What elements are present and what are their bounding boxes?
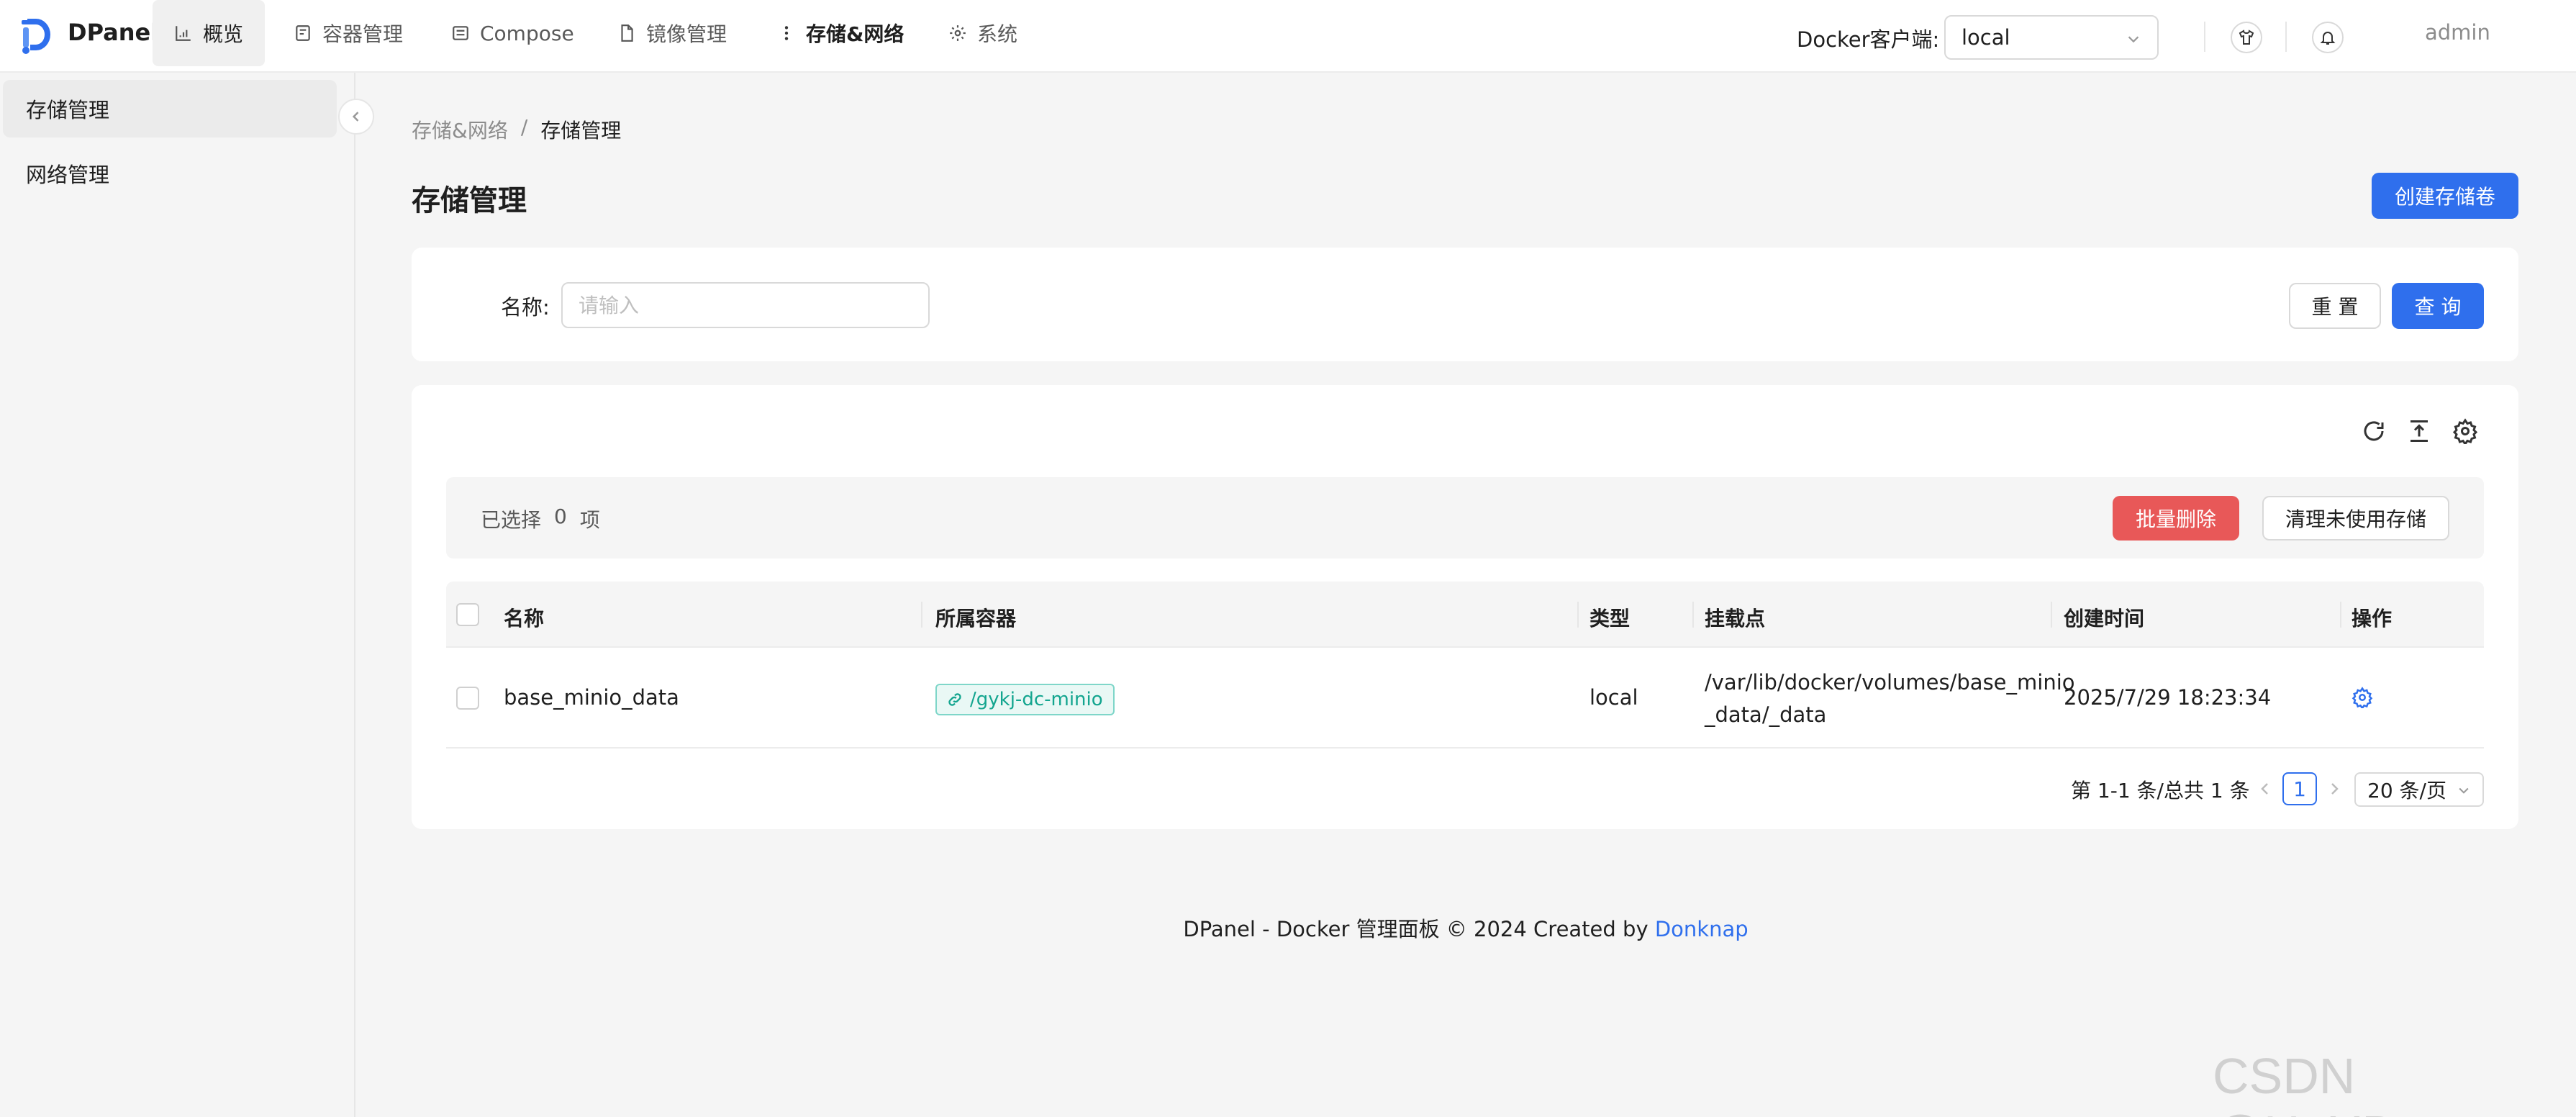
gear-icon[interactable] <box>2351 687 2373 708</box>
pagination-summary: 第 1-1 条/总共 1 条 <box>2071 779 2250 802</box>
chevron-down-icon <box>2128 36 2139 43</box>
batch-delete-button[interactable]: 批量删除 <box>2113 496 2239 541</box>
header-divider <box>2285 22 2287 52</box>
footer-author-link[interactable]: Donknap <box>1655 917 1749 941</box>
settings-icon[interactable] <box>2452 418 2478 444</box>
volume-created: 2025/7/29 18:23:34 <box>2064 685 2272 710</box>
watermark: CSDN @HeXDev <box>2213 1048 2452 1117</box>
chevron-down-icon <box>2459 787 2469 794</box>
file-icon <box>621 24 633 42</box>
prune-unused-button[interactable]: 清理未使用存储 <box>2262 496 2449 541</box>
sidebar-item-label: 网络管理 <box>26 163 110 187</box>
shirt-icon <box>2239 30 2254 45</box>
select-all-checkbox[interactable] <box>456 603 479 626</box>
column-divider <box>921 602 922 628</box>
chevron-left-icon <box>352 112 359 122</box>
compose-icon <box>453 26 468 40</box>
query-button[interactable]: 查 询 <box>2392 283 2484 329</box>
nav-compose-label: Compose <box>480 21 574 45</box>
sidebar-item-label: 存储管理 <box>26 98 110 122</box>
volume-mountpoint: /var/lib/docker/volumes/base_minio _data… <box>1705 666 2075 731</box>
container-icon <box>296 25 310 41</box>
mountpoint-line: /var/lib/docker/volumes/base_minio <box>1705 670 2075 695</box>
footer-text: DPanel - Docker 管理面板 © 2024 Created by <box>1183 917 1648 941</box>
docker-client-label: Docker客户端: <box>1797 27 1940 52</box>
nav-overview-label: 概览 <box>203 22 244 46</box>
footer: DPanel - Docker 管理面板 © 2024 Created by D… <box>0 913 2576 943</box>
volume-name: base_minio_data <box>504 685 679 710</box>
docker-client-value: local <box>1962 25 2010 50</box>
bell-icon <box>2320 32 2336 45</box>
sidebar-item-network[interactable]: 网络管理 <box>3 145 337 202</box>
sidebar: 存储管理 网络管理 <box>0 73 355 1117</box>
more-vertical-icon <box>784 26 789 40</box>
container-tag[interactable]: /gykj-dc-minio <box>935 684 1115 715</box>
docker-client-select[interactable]: local <box>1944 15 2159 60</box>
selection-suffix: 项 <box>579 508 600 532</box>
column-header-type[interactable]: 类型 <box>1589 603 1630 632</box>
breadcrumb-parent[interactable]: 存储&网络 <box>412 115 508 144</box>
refresh-icon[interactable] <box>2361 418 2387 444</box>
name-search-input[interactable] <box>561 282 930 328</box>
gear-icon <box>950 25 966 41</box>
user-menu[interactable]: admin <box>2425 20 2490 45</box>
page-size-select[interactable]: 20 条/页 <box>2354 772 2484 807</box>
name-field-label: 名称: <box>501 295 550 320</box>
row-checkbox[interactable] <box>456 687 479 710</box>
sidebar-item-storage[interactable]: 存储管理 <box>3 80 337 137</box>
chevron-left-icon[interactable] <box>2257 780 2274 797</box>
dpanel-logo <box>22 19 50 54</box>
theme-button[interactable] <box>2231 22 2262 53</box>
nav-storage-network-label: 存储&网络 <box>806 22 904 46</box>
column-divider <box>1577 602 1579 628</box>
container-tag-label: /gykj-dc-minio <box>970 689 1103 710</box>
selection-prefix: 已选择 <box>481 508 542 532</box>
density-icon[interactable] <box>2406 418 2432 444</box>
nav-storage-network[interactable]: 存储&网络 <box>777 0 904 66</box>
page-title: 存储管理 <box>412 184 527 217</box>
pagination-page-1[interactable]: 1 <box>2282 772 2317 805</box>
column-header-container[interactable]: 所属容器 <box>935 603 1016 632</box>
header-divider <box>2204 22 2205 52</box>
column-divider <box>2340 602 2341 628</box>
nav-containers-label: 容器管理 <box>322 22 404 46</box>
selection-count: 0 <box>554 505 567 528</box>
nav-system-label: 系统 <box>977 22 1018 46</box>
chevron-right-icon[interactable] <box>2326 780 2343 797</box>
column-header-name[interactable]: 名称 <box>504 603 544 632</box>
top-header: DPanel 概览 容器管理 Compose 镜像管理 存储&网络 系统 Doc… <box>0 0 2576 73</box>
nav-images-label: 镜像管理 <box>646 22 727 46</box>
link-icon <box>948 693 961 706</box>
selection-bar: 已选择 0 项 批量删除 清理未使用存储 <box>446 477 2484 558</box>
breadcrumb-separator: / <box>520 115 528 139</box>
nav-compose[interactable]: Compose <box>451 0 574 66</box>
nav-containers[interactable]: 容器管理 <box>294 0 403 66</box>
notification-button[interactable] <box>2312 22 2344 53</box>
nav-system[interactable]: 系统 <box>948 0 1017 66</box>
search-card: 名称: 重 置 查 询 <box>412 248 2518 361</box>
column-header-actions: 操作 <box>2351 607 2393 630</box>
table-header: 名称 所属容器 类型 挂载点 创建时间 操作 <box>446 582 2484 648</box>
breadcrumb: 存储&网络 / 存储管理 <box>412 115 621 144</box>
selection-info: 已选择 0 项 <box>481 505 600 533</box>
column-divider <box>2051 602 2052 628</box>
mountpoint-line: _data/_data <box>1705 702 1827 727</box>
breadcrumb-current: 存储管理 <box>540 119 622 143</box>
create-volume-button[interactable]: 创建存储卷 <box>2372 173 2518 219</box>
column-divider <box>1692 602 1694 628</box>
sidebar-collapse-button[interactable] <box>338 99 374 135</box>
table-row: base_minio_data /gykj-dc-minio local /va… <box>446 648 2484 749</box>
chart-icon <box>176 26 191 41</box>
nav-images[interactable]: 镜像管理 <box>617 0 727 66</box>
volume-type: local <box>1589 685 1638 710</box>
brand-name: DPanel <box>68 19 159 46</box>
column-header-created[interactable]: 创建时间 <box>2064 603 2144 632</box>
nav-overview[interactable]: 概览 <box>153 0 266 66</box>
column-header-mount[interactable]: 挂载点 <box>1705 603 1765 632</box>
reset-button[interactable]: 重 置 <box>2289 283 2381 329</box>
page-size-value: 20 条/页 <box>2367 779 2446 802</box>
